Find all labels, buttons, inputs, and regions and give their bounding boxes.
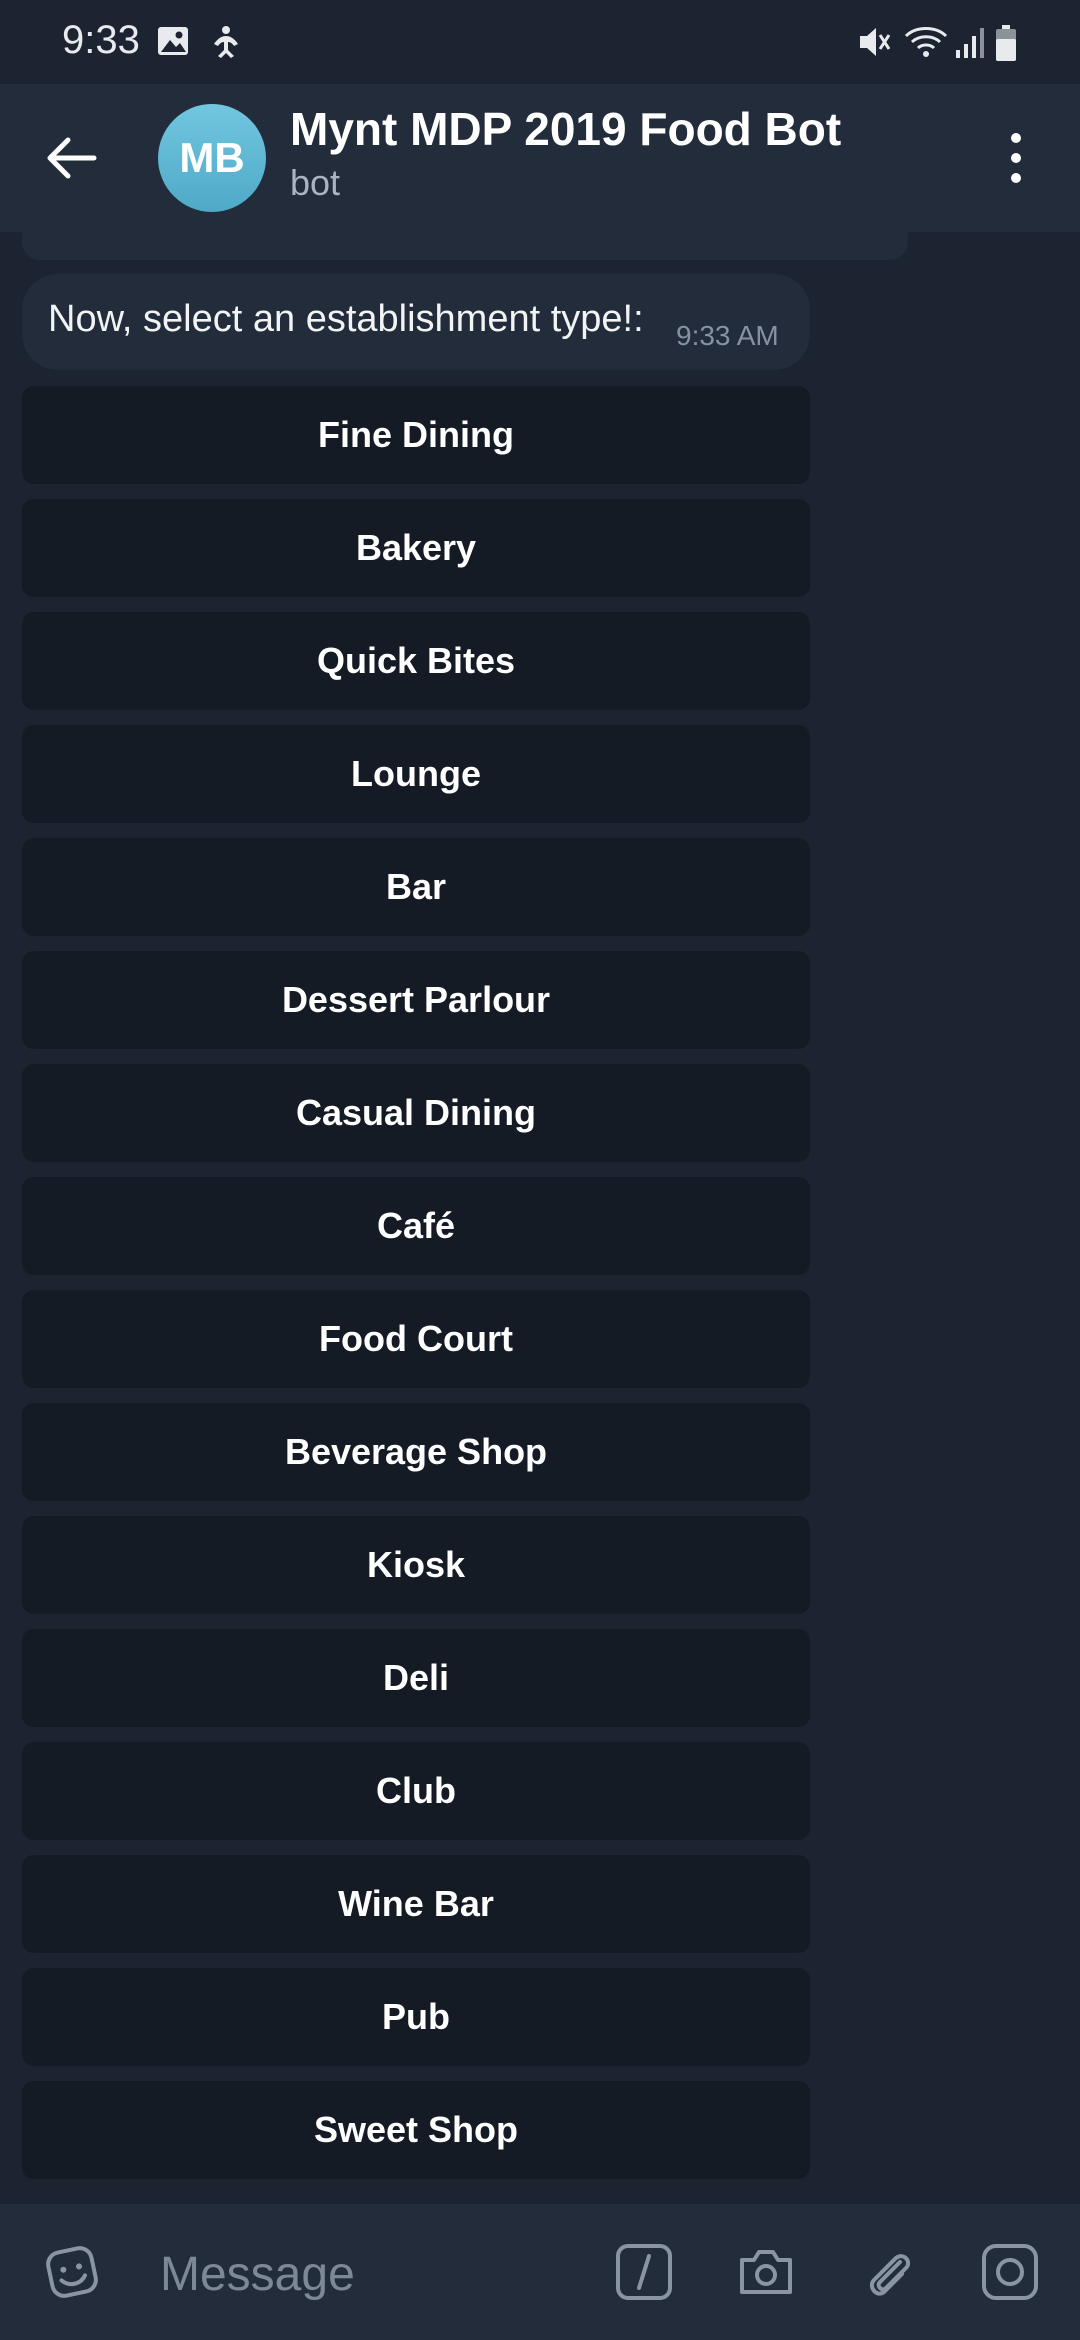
keyboard-button-food-court[interactable]: Food Court bbox=[22, 1290, 810, 1388]
keyboard-button-dessert-parlour[interactable]: Dessert Parlour bbox=[22, 951, 810, 1049]
emoji-icon[interactable] bbox=[40, 2240, 104, 2304]
chat-header: MB Mynt MDP 2019 Food Bot bot bbox=[0, 84, 1080, 232]
instagram-icon[interactable] bbox=[978, 2240, 1042, 2304]
keyboard-button-casual-dining[interactable]: Casual Dining bbox=[22, 1064, 810, 1162]
message-time: 9:33 AM bbox=[676, 320, 779, 351]
mute-icon bbox=[860, 28, 891, 56]
status-bar: 9:33 bbox=[0, 0, 1080, 84]
keyboard-button-lounge[interactable]: Lounge bbox=[22, 725, 810, 823]
keyboard-button-quick-bites[interactable]: Quick Bites bbox=[22, 612, 810, 710]
keyboard-button-cafe[interactable]: Café bbox=[22, 1177, 810, 1275]
message-text: Now, select an establishment type!: bbox=[48, 298, 644, 340]
keyboard-button-pub[interactable]: Pub bbox=[22, 1968, 810, 2066]
keyboard-button-fine-dining[interactable]: Fine Dining bbox=[22, 386, 810, 484]
keyboard-button-bakery[interactable]: Bakery bbox=[22, 499, 810, 597]
avatar[interactable]: MB bbox=[158, 104, 266, 212]
bot-command-icon[interactable] bbox=[612, 2240, 676, 2304]
keyboard-button-club[interactable]: Club bbox=[22, 1742, 810, 1840]
chat-subtitle: bot bbox=[290, 162, 341, 203]
keyboard-button-deli[interactable]: Deli bbox=[22, 1629, 810, 1727]
keyboard-button-bar[interactable]: Bar bbox=[22, 838, 810, 936]
accessibility-icon bbox=[214, 26, 238, 58]
keyboard-button-kiosk[interactable]: Kiosk bbox=[22, 1516, 810, 1614]
battery-icon bbox=[996, 25, 1016, 61]
message-input-bar bbox=[0, 2204, 1080, 2340]
message-input[interactable] bbox=[158, 2238, 582, 2310]
signal-icon bbox=[956, 28, 984, 58]
attach-icon[interactable] bbox=[856, 2240, 920, 2304]
back-arrow-icon[interactable] bbox=[40, 126, 104, 190]
status-time: 9:33 bbox=[62, 18, 140, 62]
more-vertical-icon[interactable] bbox=[998, 128, 1034, 188]
gallery-icon bbox=[158, 27, 188, 55]
wifi-icon bbox=[904, 27, 948, 57]
chat-area[interactable]: Now, select an establishment type!: 9:33… bbox=[0, 232, 1080, 2204]
keyboard-button-wine-bar[interactable]: Wine Bar bbox=[22, 1855, 810, 1953]
keyboard-button-sweet-shop[interactable]: Sweet Shop bbox=[22, 2081, 810, 2179]
previous-message-bubble bbox=[22, 232, 908, 260]
chat-title[interactable]: Mynt MDP 2019 Food Bot bbox=[290, 102, 841, 156]
camera-icon[interactable] bbox=[734, 2240, 798, 2304]
keyboard-button-beverage-shop[interactable]: Beverage Shop bbox=[22, 1403, 810, 1501]
message-bubble: Now, select an establishment type!: 9:33… bbox=[22, 274, 810, 370]
